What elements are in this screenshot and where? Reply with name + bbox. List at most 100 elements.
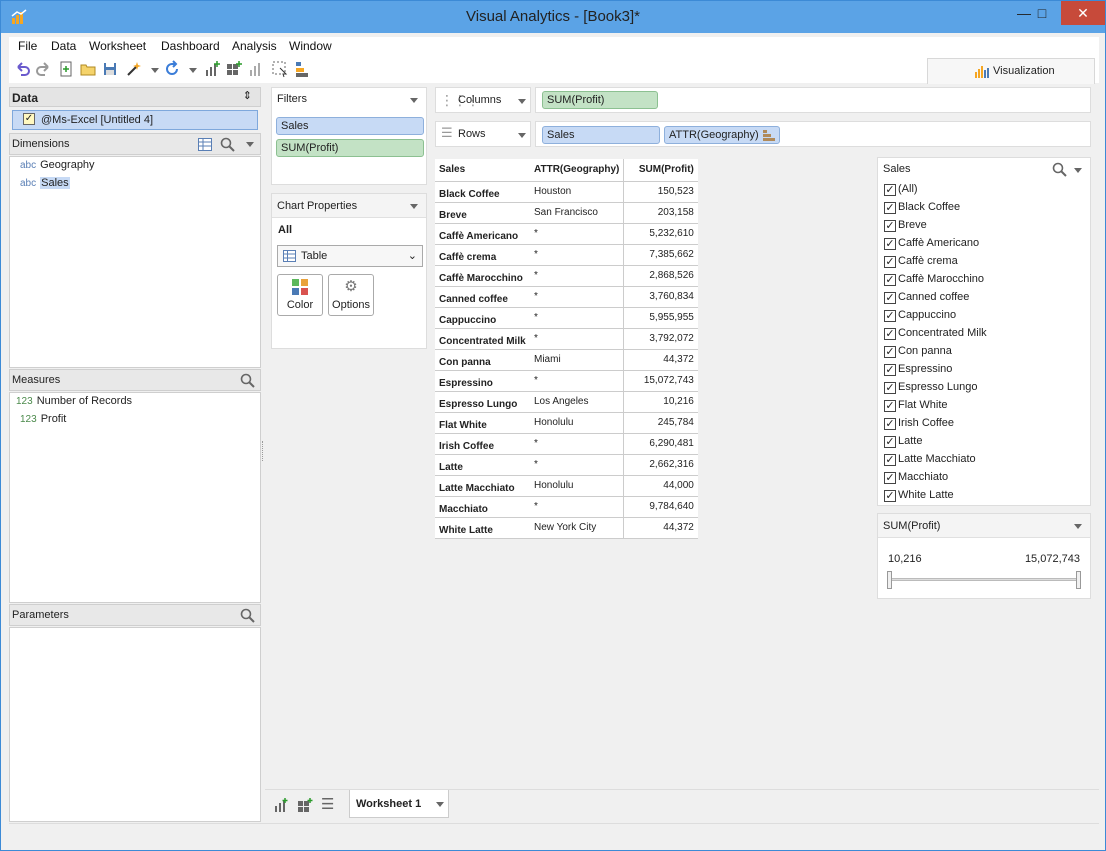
datasource-item[interactable]: ✓ @Ms-Excel [Untitled 4]: [12, 110, 258, 130]
sales-filter-item-label[interactable]: Caffè Marocchino: [898, 273, 984, 285]
profit-filter-menu-icon[interactable]: [1074, 524, 1082, 529]
open-folder-icon[interactable]: [79, 60, 97, 78]
table-view-icon[interactable]: [198, 138, 212, 151]
header-attr-geography[interactable]: ATTR(Geography): [530, 159, 624, 182]
undo-icon[interactable]: [13, 60, 31, 78]
dimension-item-sales[interactable]: abc Sales: [20, 177, 70, 189]
sales-filter-checkbox[interactable]: ✓: [884, 256, 896, 268]
sales-filter-item-label[interactable]: Caffè crema: [898, 255, 958, 267]
wand-dropdown-icon[interactable]: [151, 68, 159, 73]
table-row[interactable]: Latte * 2,662,316: [435, 454, 698, 476]
sales-filter-menu-icon[interactable]: [1074, 168, 1082, 173]
table-row[interactable]: White Latte New York City 44,372: [435, 517, 698, 539]
measure-item-profit[interactable]: 123 Profit: [20, 413, 66, 425]
sheet-list-icon[interactable]: ☰: [321, 795, 334, 813]
dimensions-search-icon[interactable]: [220, 137, 235, 152]
redo-icon[interactable]: [35, 60, 53, 78]
sales-filter-item-label[interactable]: White Latte: [898, 489, 954, 501]
table-row[interactable]: Irish Coffee * 6,290,481: [435, 433, 698, 455]
menu-file[interactable]: File: [18, 39, 37, 53]
table-row[interactable]: Latte Macchiato Honolulu 44,000: [435, 475, 698, 497]
measures-search-icon[interactable]: [240, 373, 255, 388]
sales-filter-item-label[interactable]: Latte Macchiato: [898, 453, 976, 465]
new-icon[interactable]: [57, 60, 75, 78]
sales-filter-checkbox[interactable]: ✓: [884, 436, 896, 448]
filters-menu-icon[interactable]: [410, 98, 418, 103]
sheet-tab-worksheet-1[interactable]: Worksheet 1: [349, 790, 449, 818]
wand-icon[interactable]: [125, 60, 143, 78]
sales-filter-checkbox[interactable]: ✓: [884, 328, 896, 340]
columns-shelf[interactable]: SUM(Profit): [535, 87, 1091, 113]
sales-filter-item-label[interactable]: (All): [898, 183, 918, 195]
sales-filter-search-icon[interactable]: [1052, 162, 1067, 177]
data-panel-sort-icon[interactable]: ⇕: [243, 89, 252, 102]
menu-analysis[interactable]: Analysis: [232, 39, 277, 53]
table-row[interactable]: Caffè Americano * 5,232,610: [435, 223, 698, 245]
options-button[interactable]: ⚙ Options: [328, 274, 374, 316]
header-sum-profit[interactable]: SUM(Profit): [623, 159, 698, 182]
filter-pill-sales[interactable]: Sales: [276, 117, 424, 135]
table-row[interactable]: Black Coffee Houston 150,523: [435, 181, 698, 203]
sales-filter-checkbox[interactable]: ✓: [884, 292, 896, 304]
menu-window[interactable]: Window: [289, 39, 332, 53]
table-row[interactable]: Flat White Honolulu 245,784: [435, 412, 698, 434]
measure-item-number-of-records[interactable]: 123 Number of Records: [16, 395, 132, 407]
table-row[interactable]: Caffè Marocchino * 2,868,526: [435, 265, 698, 287]
header-sales[interactable]: Sales: [435, 159, 530, 182]
table-row[interactable]: Breve San Francisco 203,158: [435, 202, 698, 224]
sales-filter-item-label[interactable]: Espresso Lungo: [898, 381, 978, 393]
sales-filter-checkbox[interactable]: ✓: [884, 346, 896, 358]
new-worksheet-icon[interactable]: [203, 60, 221, 78]
sales-filter-item-label[interactable]: Canned coffee: [898, 291, 969, 303]
sales-filter-checkbox[interactable]: ✓: [884, 184, 896, 196]
chart-type-select[interactable]: Table ⌄: [277, 245, 423, 267]
profit-range-max-handle[interactable]: [1076, 571, 1081, 589]
sales-filter-checkbox[interactable]: ✓: [884, 220, 896, 232]
table-row[interactable]: Macchiato * 9,784,640: [435, 496, 698, 518]
columns-menu-icon[interactable]: [518, 99, 526, 104]
sales-filter-checkbox[interactable]: ✓: [884, 238, 896, 250]
menu-data[interactable]: Data: [51, 39, 76, 53]
sales-filter-item-label[interactable]: Cappuccino: [898, 309, 956, 321]
chart-properties-menu-icon[interactable]: [410, 204, 418, 209]
add-dashboard-icon[interactable]: [297, 797, 313, 813]
select-icon[interactable]: [271, 60, 289, 78]
parameters-search-icon[interactable]: [240, 608, 255, 623]
menu-dashboard[interactable]: Dashboard: [161, 39, 220, 53]
dimensions-menu-icon[interactable]: [246, 142, 254, 147]
sales-filter-checkbox[interactable]: ✓: [884, 382, 896, 394]
sales-filter-item-label[interactable]: Caffè Americano: [898, 237, 979, 249]
sales-filter-checkbox[interactable]: ✓: [884, 400, 896, 412]
save-icon[interactable]: [101, 60, 119, 78]
sales-filter-checkbox[interactable]: ✓: [884, 310, 896, 322]
rows-pill-attr-geography[interactable]: ATTR(Geography): [664, 126, 780, 144]
sales-filter-checkbox[interactable]: ✓: [884, 418, 896, 430]
title-bar[interactable]: Visual Analytics - [Book3]* — □ ✕: [1, 1, 1105, 33]
close-button[interactable]: ✕: [1061, 1, 1105, 25]
refresh-dropdown-icon[interactable]: [189, 68, 197, 73]
menu-worksheet[interactable]: Worksheet: [89, 39, 146, 53]
sales-filter-item-label[interactable]: Flat White: [898, 399, 948, 411]
add-worksheet-icon[interactable]: [273, 797, 289, 813]
sheet-tab-menu-icon[interactable]: [436, 802, 444, 807]
table-row[interactable]: Espresso Lungo Los Angeles 10,216: [435, 391, 698, 413]
sales-filter-item-label[interactable]: Concentrated Milk: [898, 327, 987, 339]
sales-filter-item-label[interactable]: Espressino: [898, 363, 952, 375]
sales-filter-checkbox[interactable]: ✓: [884, 274, 896, 286]
sales-filter-item-label[interactable]: Con panna: [898, 345, 952, 357]
table-row[interactable]: Caffè crema * 7,385,662: [435, 244, 698, 266]
panel-splitter[interactable]: [262, 441, 264, 461]
sort-icon[interactable]: [293, 60, 311, 78]
sales-filter-item-label[interactable]: Macchiato: [898, 471, 948, 483]
rows-menu-icon[interactable]: [518, 133, 526, 138]
rows-pill-sales[interactable]: Sales: [542, 126, 660, 144]
columns-pill-sum-profit[interactable]: SUM(Profit): [542, 91, 658, 109]
table-row[interactable]: Concentrated Milk * 3,792,072: [435, 328, 698, 350]
visualization-tab[interactable]: Visualization: [927, 58, 1095, 84]
sales-filter-checkbox[interactable]: ✓: [884, 454, 896, 466]
sales-filter-item-label[interactable]: Breve: [898, 219, 927, 231]
refresh-icon[interactable]: [163, 60, 181, 78]
profit-range-min-handle[interactable]: [887, 571, 892, 589]
sales-filter-checkbox[interactable]: ✓: [884, 490, 896, 502]
sales-filter-item-label[interactable]: Irish Coffee: [898, 417, 954, 429]
